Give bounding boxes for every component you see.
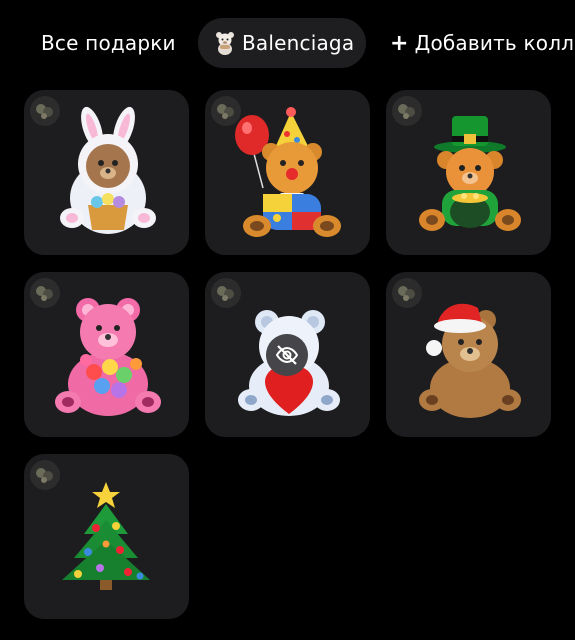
flower-bear-icon [55, 298, 161, 416]
gift-card-christmas-tree[interactable] [24, 454, 189, 619]
add-collection-label: Добавить колле [414, 31, 575, 55]
gift-card-santa-hat-bear[interactable] [386, 272, 551, 437]
gift-card-heart-bear[interactable] [205, 272, 370, 437]
tab-balenciaga[interactable]: Balenciaga [198, 18, 366, 68]
eye-slash-icon [266, 334, 308, 376]
gift-card-flower-bear[interactable] [24, 272, 189, 437]
clown-bear-icon [235, 107, 341, 237]
tab-all-gifts-label: Все подарки [41, 31, 176, 55]
bunny-bear-icon [60, 106, 156, 234]
gift-card-leprechaun-bear[interactable] [386, 90, 551, 255]
santa-hat-bear-icon [419, 303, 521, 418]
add-collection-button[interactable]: + Добавить колле [390, 18, 575, 68]
gift-card-bunny-bear[interactable] [24, 90, 189, 255]
plus-icon: + [390, 31, 409, 56]
bear-icon [216, 32, 234, 55]
gift-card-clown-bear[interactable] [205, 90, 370, 255]
leprechaun-bear-icon [419, 116, 521, 231]
tab-all-gifts[interactable]: Все подарки [41, 18, 176, 68]
collection-tabs: Все подарки Balenciaga + Добавить колле [0, 18, 575, 68]
christmas-tree-icon [62, 482, 150, 590]
tab-balenciaga-label: Balenciaga [242, 31, 355, 55]
